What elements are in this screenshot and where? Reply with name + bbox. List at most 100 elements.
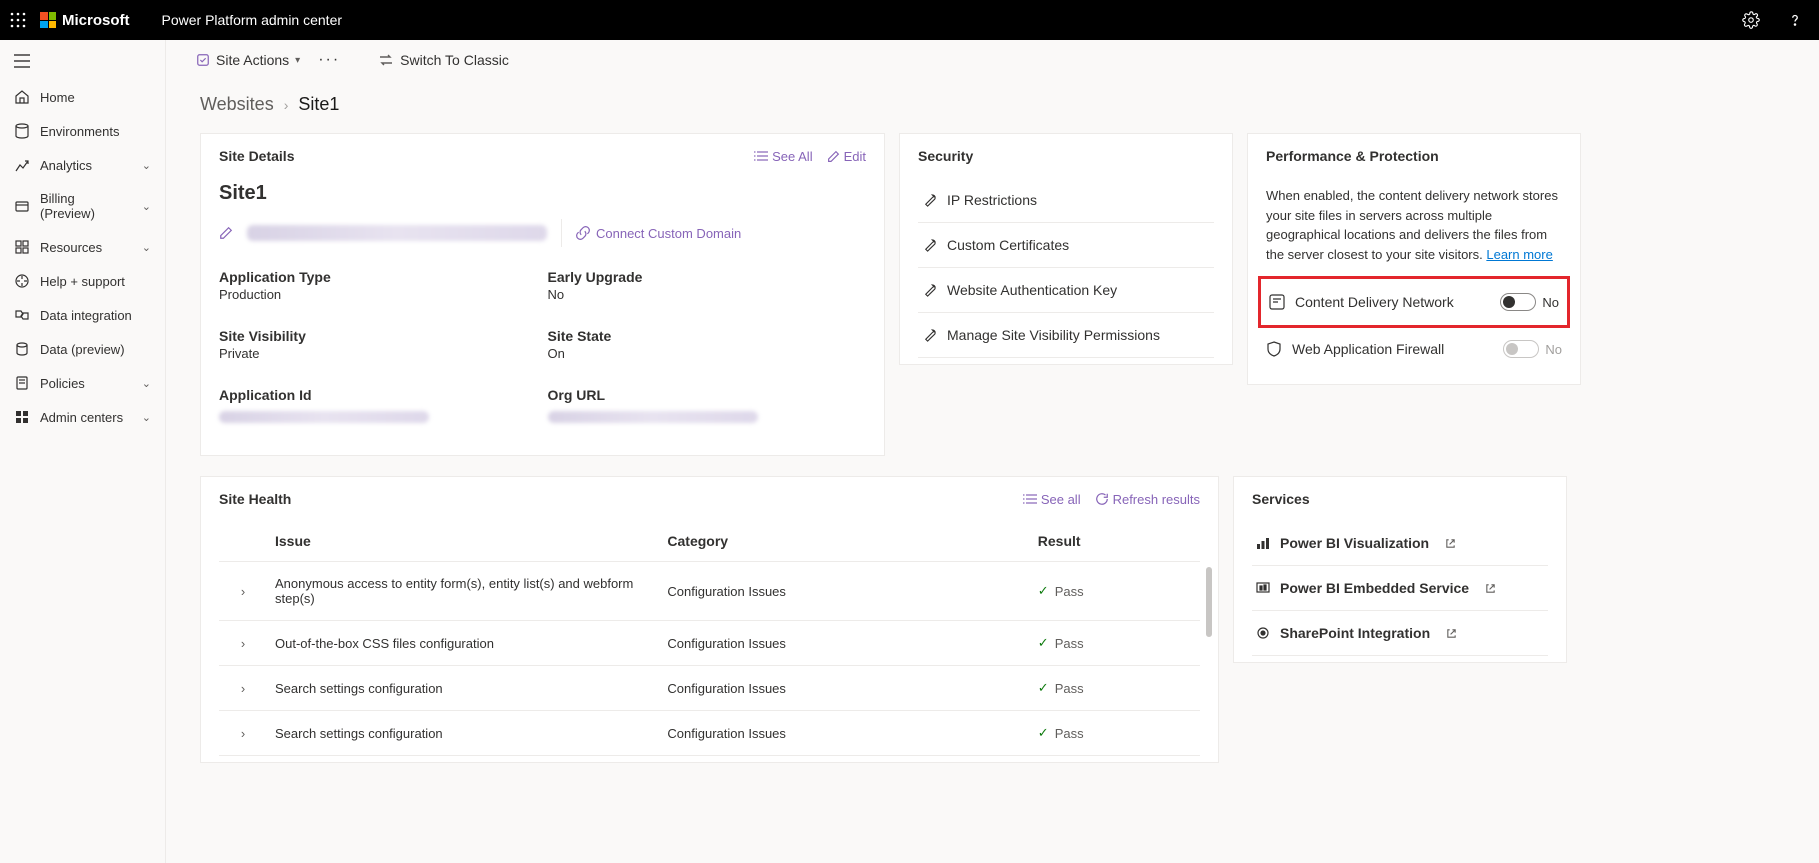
firewall-icon xyxy=(1266,341,1282,357)
expand-row-icon[interactable]: › xyxy=(219,621,267,666)
category-cell: Configuration Issues xyxy=(659,562,1029,621)
nav-label: Help + support xyxy=(40,274,125,289)
breadcrumb-current: Site1 xyxy=(298,94,339,115)
health-table: Issue Category Result ›Anonymous access … xyxy=(219,521,1200,756)
chevron-down-icon: ⌄ xyxy=(142,411,151,424)
security-title: Security xyxy=(918,148,973,164)
wrench-icon xyxy=(922,193,937,208)
nav-label: Resources xyxy=(40,240,102,255)
expand-row-icon[interactable]: › xyxy=(219,666,267,711)
cdn-toggle[interactable] xyxy=(1500,293,1536,311)
switch-classic-button[interactable]: Switch To Classic xyxy=(378,52,509,68)
issue-cell: Anonymous access to entity form(s), enti… xyxy=(267,562,659,621)
field-key: Site Visibility xyxy=(219,328,538,344)
category-cell: Configuration Issues xyxy=(659,666,1029,711)
field-value: No xyxy=(548,287,867,302)
security-row-label: IP Restrictions xyxy=(947,192,1037,208)
resources-icon xyxy=(14,239,30,255)
nav-item-analytics[interactable]: Analytics⌄ xyxy=(0,148,165,182)
result-cell: ✓Pass xyxy=(1030,711,1200,756)
breadcrumb-parent[interactable]: Websites xyxy=(200,94,274,115)
field-key: Application Type xyxy=(219,269,538,285)
issue-cell: Search settings configuration xyxy=(267,711,659,756)
waf-toggle[interactable] xyxy=(1503,340,1539,358)
security-row[interactable]: IP Restrictions xyxy=(918,178,1214,223)
nav-label: Admin centers xyxy=(40,410,123,425)
service-icon xyxy=(1256,626,1270,640)
expand-row-icon[interactable]: › xyxy=(219,711,267,756)
issue-cell: Search settings configuration xyxy=(267,666,659,711)
nav-item-dataint[interactable]: Data integration xyxy=(0,298,165,332)
nav-item-billing[interactable]: Billing (Preview)⌄ xyxy=(0,182,165,230)
more-actions-button[interactable]: ··· xyxy=(318,51,340,69)
service-row[interactable]: Power BI Embedded Service xyxy=(1252,566,1548,611)
see-all-label: See All xyxy=(772,149,812,164)
nav-label: Home xyxy=(40,90,75,105)
services-card: Services Power BI VisualizationPower BI … xyxy=(1233,476,1567,663)
edit-button[interactable]: Edit xyxy=(827,149,866,164)
hamburger-icon[interactable] xyxy=(0,48,165,74)
table-row: ›Search settings configurationConfigurat… xyxy=(219,666,1200,711)
table-row: ›Out-of-the-box CSS files configurationC… xyxy=(219,621,1200,666)
nav-item-home[interactable]: Home xyxy=(0,80,165,114)
security-row-label: Manage Site Visibility Permissions xyxy=(947,327,1160,343)
check-icon: ✓ xyxy=(1038,583,1049,599)
analytics-icon xyxy=(14,157,30,173)
cdn-setting: Content Delivery Network No xyxy=(1269,285,1559,319)
waf-label: Web Application Firewall xyxy=(1292,341,1444,357)
nav-item-datapre[interactable]: Data (preview) xyxy=(0,332,165,366)
result-cell: ✓Pass xyxy=(1030,666,1200,711)
site-actions-button[interactable]: Site Actions ▾ xyxy=(196,52,300,68)
more-icon: ··· xyxy=(318,51,340,69)
security-row[interactable]: Manage Site Visibility Permissions xyxy=(918,313,1214,358)
redacted-value xyxy=(219,411,429,423)
nav-item-policies[interactable]: Policies ⌄ xyxy=(0,366,165,400)
issue-cell: Out-of-the-box CSS files configuration xyxy=(267,621,659,666)
service-row[interactable]: Power BI Visualization xyxy=(1252,521,1548,566)
help-icon[interactable] xyxy=(1779,4,1811,36)
refresh-label: Refresh results xyxy=(1113,492,1200,507)
switch-classic-label: Switch To Classic xyxy=(400,52,509,68)
security-card: Security IP Restrictions Custom Certifica… xyxy=(899,133,1233,365)
chevron-down-icon: ⌄ xyxy=(142,377,151,390)
edit-label: Edit xyxy=(844,149,866,164)
nav-item-support[interactable]: Help + support xyxy=(0,264,165,298)
nav-label: Data integration xyxy=(40,308,132,323)
col-category: Category xyxy=(659,521,1029,562)
nav-item-resources[interactable]: Resources ⌄ xyxy=(0,230,165,264)
command-bar: Site Actions ▾ ··· Switch To Classic xyxy=(166,40,1819,80)
chevron-down-icon: ⌄ xyxy=(142,159,151,172)
site-name: Site1 xyxy=(219,182,866,205)
connect-domain-link[interactable]: Connect Custom Domain xyxy=(576,226,741,241)
expand-row-icon[interactable]: › xyxy=(219,562,267,621)
refresh-button[interactable]: Refresh results xyxy=(1095,492,1200,507)
service-icon xyxy=(1256,581,1270,595)
service-label: Power BI Visualization xyxy=(1280,535,1429,551)
app-launcher-icon[interactable] xyxy=(8,10,28,30)
cdn-label: Content Delivery Network xyxy=(1295,294,1454,310)
check-icon: ✓ xyxy=(1038,725,1049,741)
connect-domain-label: Connect Custom Domain xyxy=(596,226,741,241)
wrench-icon xyxy=(922,238,937,253)
nav-label: Policies xyxy=(40,376,85,391)
result-cell: ✓Pass xyxy=(1030,621,1200,666)
service-label: Power BI Embedded Service xyxy=(1280,580,1469,596)
chevron-down-icon: ⌄ xyxy=(142,241,151,254)
nav-item-env[interactable]: Environments xyxy=(0,114,165,148)
wrench-icon xyxy=(922,283,937,298)
settings-icon[interactable] xyxy=(1735,4,1767,36)
see-all-button[interactable]: See All xyxy=(754,149,812,164)
see-all-health-button[interactable]: See all xyxy=(1023,492,1081,507)
microsoft-logo-icon xyxy=(40,12,56,28)
field-key: Org URL xyxy=(548,387,867,403)
wrench-icon xyxy=(922,328,937,343)
security-row[interactable]: Website Authentication Key xyxy=(918,268,1214,313)
service-row[interactable]: SharePoint Integration xyxy=(1252,611,1548,656)
edit-url-icon[interactable] xyxy=(219,226,233,240)
scrollbar[interactable] xyxy=(1206,567,1212,637)
learn-more-link[interactable]: Learn more xyxy=(1486,247,1552,262)
security-row[interactable]: Custom Certificates xyxy=(918,223,1214,268)
nav-item-admin[interactable]: Admin centers ⌄ xyxy=(0,400,165,434)
datapre-icon xyxy=(14,341,30,357)
site-health-title: Site Health xyxy=(219,491,291,507)
